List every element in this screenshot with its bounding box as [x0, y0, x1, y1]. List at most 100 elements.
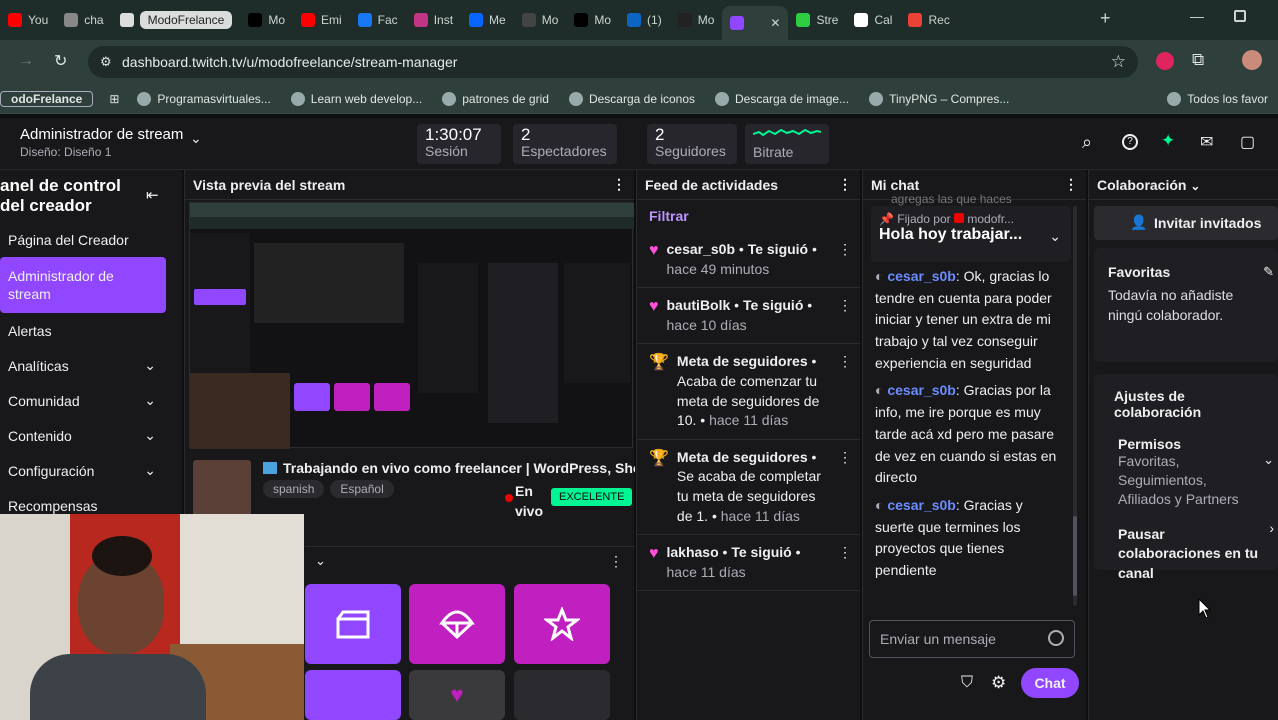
feed-item-menu-icon[interactable]: ⋮ — [838, 296, 852, 335]
browser-tab[interactable]: Fac — [350, 5, 406, 35]
heart-action-tile[interactable]: ♥ — [409, 670, 505, 720]
bookmark-item[interactable]: Descarga de image... — [705, 91, 859, 106]
whispers-icon[interactable]: ▢ — [1240, 132, 1255, 152]
browser-tab[interactable]: Stre — [788, 5, 846, 35]
feed-item-menu-icon[interactable]: ⋮ — [838, 240, 852, 279]
chevron-down-icon[interactable]: ⌄ — [1049, 228, 1061, 245]
star-icon — [544, 607, 580, 641]
tab-favicon-icon — [908, 13, 923, 27]
extension-icon[interactable] — [1156, 52, 1174, 70]
browser-tab[interactable]: Me — [461, 5, 514, 35]
bookmark-item[interactable]: patrones de grid — [432, 91, 559, 106]
chevron-down-icon[interactable]: ⌄ — [1190, 179, 1200, 193]
collapse-sidebar-icon[interactable]: ⇤ — [146, 186, 159, 204]
sidebar-item[interactable]: Alertas — [0, 313, 182, 348]
bookmark-item[interactable]: Learn web develop... — [281, 91, 432, 106]
emote-icon[interactable] — [1048, 630, 1064, 646]
browser-tab[interactable]: Mo — [240, 5, 293, 35]
forward-icon[interactable]: → — [18, 52, 34, 70]
bookmark-favicon-icon — [715, 91, 730, 106]
quick-actions-menu-icon[interactable]: ⋮ — [609, 553, 623, 570]
chevron-right-icon[interactable]: › — [1269, 520, 1274, 536]
tab-favicon-icon — [119, 13, 134, 27]
stream-thumbnail — [193, 460, 251, 516]
chat-menu-icon[interactable]: ⋮ — [1064, 176, 1078, 193]
filter-link[interactable]: Filtrar — [637, 200, 860, 232]
chevron-down-icon[interactable]: ⌄ — [1263, 452, 1274, 468]
bookmark-item[interactable]: Descarga de iconos — [559, 91, 705, 106]
stream-preview-video[interactable] — [189, 202, 634, 449]
bookmark-item[interactable]: TinyPNG – Compres... — [859, 91, 1019, 106]
inbox-icon[interactable]: ✉ — [1200, 132, 1213, 152]
invite-guests-button[interactable]: 👤 Invitar invitados — [1094, 206, 1278, 240]
bookmark-item[interactable]: Todos los favor — [1157, 91, 1278, 106]
chat-username[interactable]: cesar_s0b — [887, 497, 956, 513]
sparkle-icon[interactable]: ✦ — [1161, 131, 1175, 151]
tag[interactable]: Español — [330, 480, 394, 498]
sidebar-item[interactable]: Página del Creador — [0, 222, 182, 257]
browser-tab[interactable]: Mo — [566, 5, 619, 35]
action-tile[interactable] — [305, 670, 401, 720]
feed-menu-icon[interactable]: ⋮ — [838, 176, 852, 193]
browser-tab[interactable]: Inst — [406, 5, 461, 35]
browser-tab[interactable]: Mo — [514, 5, 567, 35]
action-tile[interactable] — [514, 670, 610, 720]
browser-tab[interactable]: Emi — [293, 5, 350, 35]
apps-grid-icon[interactable]: ⊞ — [109, 92, 119, 106]
partial-message: agregas las que haces — [891, 192, 1012, 206]
browser-tab[interactable]: Cal — [846, 5, 900, 35]
pause-collab-row[interactable]: Pausar colaboraciones en tu canal — [1114, 525, 1264, 584]
minimize-icon[interactable]: — — [1190, 8, 1204, 24]
highlight-action-tile[interactable] — [514, 584, 610, 664]
prediction-action-tile[interactable] — [409, 584, 505, 664]
chat-scrollbar[interactable] — [1073, 206, 1077, 606]
chevron-down-icon: ⌄ — [144, 357, 156, 373]
new-tab-icon[interactable]: + — [1100, 8, 1111, 29]
chat-username[interactable]: cesar_s0b — [887, 268, 956, 284]
preview-header: Vista previa del stream — [193, 176, 346, 193]
browser-tab[interactable]: Mo — [670, 5, 723, 35]
bookmark-favicon-icon — [568, 91, 583, 106]
pinned-message[interactable]: 📌 Fijado por modofr... Hola hoy trabajar… — [871, 206, 1071, 262]
chat-input[interactable]: Enviar un mensaje — [869, 620, 1075, 658]
send-chat-button[interactable]: Chat — [1021, 668, 1079, 698]
browser-tab[interactable]: ✕ — [722, 6, 789, 40]
reload-icon[interactable]: ↻ — [54, 51, 67, 71]
sidebar-item[interactable]: Analíticas ⌄ — [0, 348, 182, 383]
help-icon[interactable]: ? — [1122, 134, 1138, 150]
sidebar-item[interactable]: Contenido ⌄ — [0, 418, 182, 453]
layout-chevron-down-icon[interactable]: ⌄ — [190, 130, 202, 147]
feed-item-menu-icon[interactable]: ⋮ — [838, 352, 852, 430]
close-tab-icon[interactable]: ✕ — [770, 16, 780, 30]
address-bar[interactable]: ⚙ dashboard.twitch.tv/u/modofreelance/st… — [88, 46, 1138, 78]
sidebar-item[interactable]: Comunidad ⌄ — [0, 383, 182, 418]
shield-icon[interactable]: ⛉ — [961, 674, 973, 692]
sidebar-item[interactable]: Configuración ⌄ — [0, 453, 182, 488]
chevron-down-icon[interactable]: ⌄ — [315, 553, 326, 569]
quality-badge: EXCELENTE — [551, 488, 633, 506]
browser-tab[interactable]: You — [0, 5, 56, 35]
bookmark-item[interactable]: Programasvirtuales... — [127, 91, 280, 106]
bookmark-item[interactable]: odoFrelance — [0, 90, 94, 107]
preview-menu-icon[interactable]: ⋮ — [612, 176, 626, 193]
site-settings-icon[interactable]: ⚙ — [100, 54, 112, 70]
chat-username[interactable]: cesar_s0b — [887, 382, 956, 398]
sidebar-item[interactable]: Administrador de stream — [0, 257, 166, 313]
browser-tab[interactable]: ModoFrelance — [112, 5, 241, 35]
search-icon[interactable]: ⌕ — [1082, 132, 1092, 153]
profile-avatar[interactable] — [1242, 50, 1262, 70]
extensions-puzzle-icon[interactable]: ⧉ — [1192, 50, 1204, 70]
tag[interactable]: spanish — [263, 480, 325, 498]
feed-item-menu-icon[interactable]: ⋮ — [838, 543, 852, 582]
clip-action-tile[interactable] — [305, 584, 401, 664]
maximize-icon[interactable] — [1234, 10, 1246, 22]
browser-tab[interactable]: cha — [56, 5, 111, 35]
permissions-row[interactable]: Permisos Favoritas, Seguimientos, Afilia… — [1114, 436, 1258, 509]
feed-item-menu-icon[interactable]: ⋮ — [838, 448, 852, 526]
tab-favicon-icon — [627, 13, 642, 27]
browser-tab[interactable]: (1) — [619, 5, 670, 35]
browser-tab[interactable]: Rec — [900, 5, 957, 35]
bookmark-star-icon[interactable]: ☆ — [1111, 52, 1126, 72]
edit-pencil-icon[interactable]: ✎ — [1263, 264, 1274, 280]
settings-gear-icon[interactable]: ⚙ — [991, 673, 1006, 693]
